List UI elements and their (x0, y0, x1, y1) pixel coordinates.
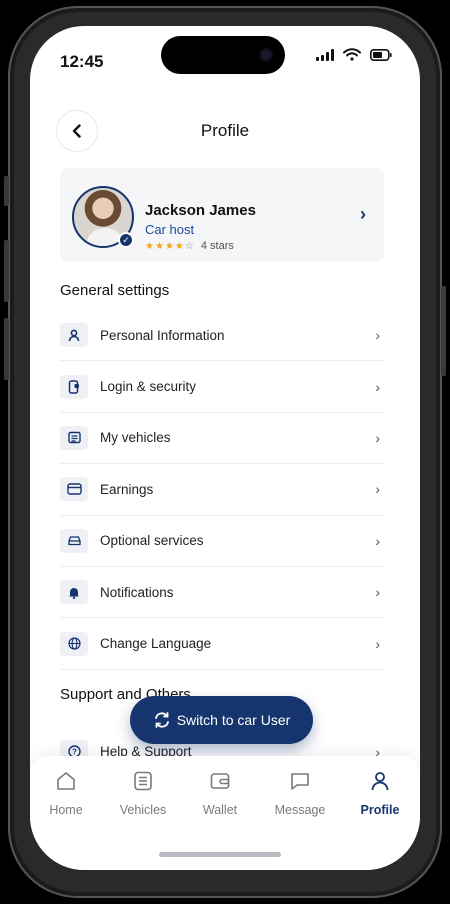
profile-name: Jackson James (145, 202, 256, 219)
document-icon (60, 425, 88, 450)
menu-item-notifications[interactable]: Notifications › (60, 567, 384, 619)
nav-label: Home (49, 803, 83, 817)
nav-item-profile[interactable]: Profile (341, 770, 419, 817)
verified-badge-icon: ✓ (118, 232, 134, 248)
chevron-right-icon: › (375, 429, 380, 446)
bell-icon (60, 580, 88, 605)
chevron-right-icon: › (375, 635, 380, 652)
battery-icon (370, 48, 392, 61)
home-icon (57, 772, 75, 790)
menu-item-label: Notifications (100, 584, 174, 600)
home-indicator (159, 852, 281, 857)
power-button (441, 286, 446, 376)
signal-icon (316, 48, 334, 61)
silent-switch (4, 176, 9, 206)
phone-lock-icon (60, 374, 88, 399)
menu-item-label: Change Language (100, 636, 212, 652)
menu-item-optional-services[interactable]: Optional services › (60, 516, 384, 567)
star-icon: ★ (145, 240, 154, 252)
menu-item-label: Optional services (100, 533, 204, 549)
menu-item-login-security[interactable]: Login & security › (60, 361, 384, 413)
menu-item-earnings[interactable]: Earnings › (60, 464, 384, 516)
star-icon: ★ (154, 240, 164, 252)
wifi-icon (343, 48, 361, 61)
wallet-icon (210, 773, 230, 789)
person-icon (60, 323, 88, 348)
menu-item-label: Personal Information (100, 327, 225, 343)
rating-stars: ★ ★ ★ ★ ☆ 4 stars (145, 240, 234, 252)
menu-item-my-vehicles[interactable]: My vehicles › (60, 413, 384, 465)
nav-item-vehicles[interactable]: Vehicles (104, 770, 182, 817)
menu-item-label: My vehicles (100, 430, 171, 446)
swap-icon (154, 712, 169, 728)
dynamic-island (161, 36, 285, 74)
menu-item-personal-information[interactable]: Personal Information › (60, 310, 384, 362)
car-icon (60, 528, 88, 553)
profile-card[interactable]: ✓ Jackson James Car host ★ ★ ★ ★ ☆ 4 sta… (60, 168, 384, 262)
nav-label: Profile (360, 803, 400, 817)
switch-button-label: Switch to car User (176, 712, 291, 728)
chevron-right-icon: › (360, 204, 366, 224)
section-general-title: General settings (60, 282, 170, 299)
card-icon (60, 477, 88, 502)
switch-to-car-user-button[interactable]: Switch to car User (130, 696, 313, 744)
globe-icon (60, 631, 88, 656)
nav-item-message[interactable]: Message (261, 770, 339, 817)
menu-item-change-language[interactable]: Change Language › (60, 618, 384, 670)
nav-label: Message (274, 803, 326, 817)
profile-role: Car host (145, 222, 195, 237)
volume-up-button (4, 240, 9, 302)
status-icons (316, 48, 392, 61)
volume-down-button (4, 318, 9, 380)
nav-item-wallet[interactable]: Wallet (181, 770, 259, 817)
vehicles-icon (134, 771, 152, 791)
star-icon: ★ (174, 240, 184, 252)
nav-label: Wallet (202, 803, 238, 817)
nav-item-home[interactable]: Home (30, 770, 105, 817)
chevron-right-icon: › (375, 481, 380, 498)
chevron-right-icon: › (375, 532, 380, 549)
chevron-right-icon: › (375, 378, 380, 395)
status-time: 12:45 (60, 52, 104, 71)
chevron-right-icon: › (375, 584, 380, 601)
settings-menu: Personal Information › Login & security … (60, 310, 384, 670)
star-icon: ★ (164, 240, 174, 252)
page-title: Profile (200, 121, 250, 140)
camera-icon (261, 50, 271, 60)
profile-icon (371, 772, 389, 791)
message-icon (291, 773, 309, 790)
menu-item-label: Earnings (100, 481, 154, 497)
nav-label: Vehicles (119, 803, 167, 817)
screen: 12:45 Profile ✓ Jackson James Car host ★… (30, 26, 420, 870)
chevron-right-icon: › (375, 327, 380, 344)
menu-item-label: Login & security (100, 379, 197, 395)
star-outline-icon: ☆ (184, 240, 194, 252)
rating-text: 4 stars (200, 240, 234, 252)
